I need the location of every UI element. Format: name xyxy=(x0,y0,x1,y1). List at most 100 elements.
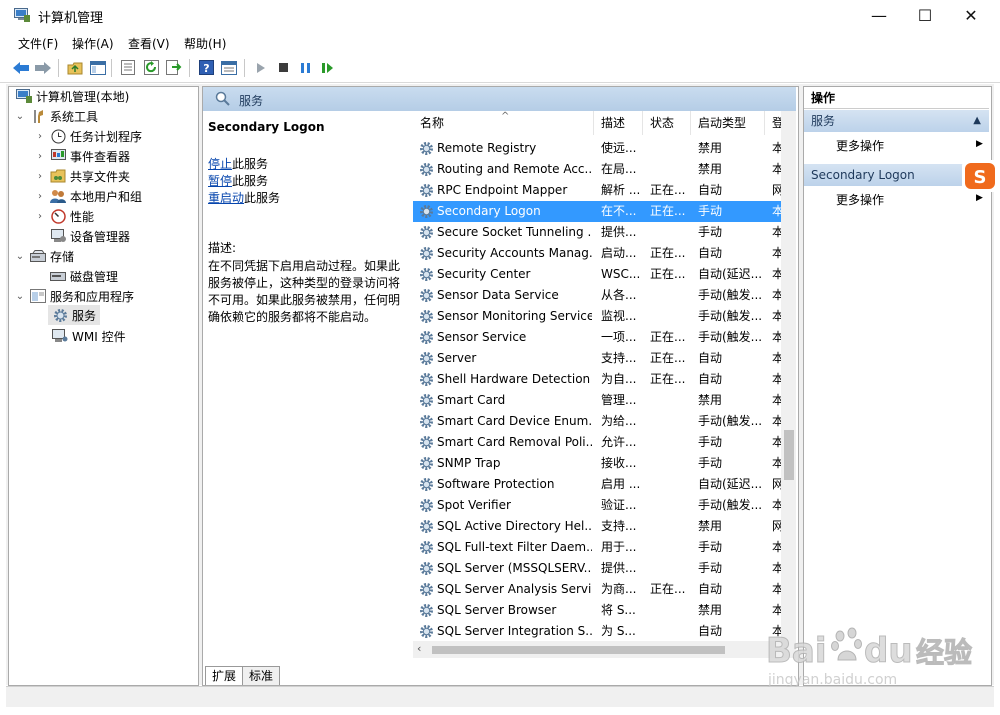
description-label: 描述: xyxy=(208,241,237,255)
service-logon: 本 xyxy=(772,561,781,575)
ime-floating-icon[interactable]: S xyxy=(962,160,1000,192)
scroll-left-icon[interactable]: ‹ xyxy=(417,642,421,655)
table-row[interactable]: Sensor Service 一项... 正在... 手动(触发... 本 xyxy=(413,327,781,348)
chevron-right-icon[interactable]: › xyxy=(34,171,46,182)
service-status: 正在... xyxy=(650,351,686,365)
column-header-description[interactable]: 描述 xyxy=(594,111,643,135)
column-header-status[interactable]: 状态 xyxy=(643,111,691,135)
service-description: 在不... xyxy=(601,204,637,218)
table-row[interactable]: Server 支持... 正在... 自动 本 xyxy=(413,348,781,369)
chevron-down-icon[interactable]: ⌄ xyxy=(14,111,26,122)
column-header-name[interactable]: 名称 ^ xyxy=(413,111,594,135)
table-row[interactable]: Security Center WSC... 正在... 自动(延迟... 本 xyxy=(413,264,781,285)
back-button[interactable] xyxy=(12,59,30,76)
column-header-logon[interactable]: 登 xyxy=(765,111,781,135)
minimize-button[interactable]: — xyxy=(856,0,902,31)
table-row[interactable]: Remote Registry 使远... 禁用 本 xyxy=(413,138,781,159)
tree-services[interactable]: 服务 xyxy=(48,305,100,325)
disk-icon xyxy=(50,268,66,284)
tree-disk-management[interactable]: 磁盘管理 xyxy=(46,266,118,286)
chevron-down-icon[interactable]: ⌄ xyxy=(14,251,26,262)
tree-services-apps[interactable]: ⌄ 服务和应用程序 xyxy=(14,286,134,306)
chevron-down-icon[interactable]: ⌄ xyxy=(14,291,26,302)
export-button[interactable] xyxy=(165,59,183,76)
menu-help[interactable]: 帮助(H) xyxy=(184,35,226,52)
chevron-right-icon[interactable]: › xyxy=(34,211,46,222)
table-row[interactable]: Shell Hardware Detection 为自... 正在... 自动 本 xyxy=(413,369,781,390)
service-logon: 网 xyxy=(772,183,781,197)
table-row[interactable]: Sensor Data Service 从各... 手动(触发... 本 xyxy=(413,285,781,306)
tab-standard[interactable]: 标准 xyxy=(242,666,281,685)
vertical-scroll-thumb[interactable] xyxy=(784,430,794,480)
table-row[interactable]: Smart Card Device Enum... 为给... 手动(触发... 本 xyxy=(413,411,781,432)
pause-service-row: 暂停此服务 xyxy=(208,172,268,189)
table-row[interactable]: SQL Server Analysis Servi... 为商... 正在... 自动… xyxy=(413,579,781,600)
table-row[interactable]: Secure Socket Tunneling ... 提供... 手动 本 xyxy=(413,222,781,243)
actions-section-services[interactable]: 服务 ▲ xyxy=(804,110,989,132)
chevron-right-icon[interactable]: › xyxy=(34,151,46,162)
tree-storage[interactable]: ⌄ 存储 xyxy=(14,246,74,266)
submenu-arrow-icon: ▶ xyxy=(976,193,983,203)
tree-performance[interactable]: › 性能 xyxy=(34,206,94,226)
tree-local-users[interactable]: › 本地用户和组 xyxy=(34,186,142,206)
close-button[interactable]: ✕ xyxy=(948,0,994,31)
table-row[interactable]: Smart Card Removal Poli... 允许... 手动 本 xyxy=(413,432,781,453)
more-actions-selected[interactable]: 更多操作 xyxy=(836,191,884,208)
table-row[interactable]: SQL Full-text Filter Daem... 用于... 手动 本 xyxy=(413,537,781,558)
tree-wmi-control[interactable]: WMI 控件 xyxy=(48,326,126,346)
service-gear-icon xyxy=(420,310,433,323)
table-row[interactable]: Sensor Monitoring Service 监视... 手动(触发... 本 xyxy=(413,306,781,327)
up-folder-button[interactable] xyxy=(66,59,84,76)
stop-service-link[interactable]: 停止 xyxy=(208,157,232,171)
collapse-icon[interactable]: ▲ xyxy=(973,110,981,132)
service-status: 正在... xyxy=(650,204,686,218)
vertical-scrollbar[interactable] xyxy=(781,111,796,641)
table-row[interactable]: Software Protection 启用 ... 自动(延迟... 网 xyxy=(413,474,781,495)
table-row[interactable]: SQL Server Integration S... 为 S... 自动本 xyxy=(413,621,781,641)
stop-service-button[interactable] xyxy=(274,59,292,76)
restart-service-link[interactable]: 重启动 xyxy=(208,191,244,205)
tree-system-tools[interactable]: ⌄ 系统工具 xyxy=(14,106,98,126)
show-hide-tree-button[interactable] xyxy=(89,59,107,76)
table-row[interactable]: RPC Endpoint Mapper 解析 ... 正在... 自动 网 xyxy=(413,180,781,201)
table-row[interactable]: Secondary Logon 在不... 正在... 手动 本 xyxy=(413,201,781,222)
center-header-title: 服务 xyxy=(239,94,264,108)
properties-button[interactable] xyxy=(119,59,137,76)
forward-button[interactable] xyxy=(34,59,52,76)
table-row[interactable]: Spot Verifier 验证... 手动(触发... 本 xyxy=(413,495,781,516)
pause-service-link[interactable]: 暂停 xyxy=(208,174,232,188)
pause-service-button[interactable] xyxy=(296,59,314,76)
extended-description-panel: Secondary Logon 停止此服务 暂停此服务 重启动此服务 描述: 在… xyxy=(203,111,405,661)
menu-file[interactable]: 文件(F) xyxy=(18,35,58,52)
view-icon xyxy=(221,60,237,75)
tree-event-viewer[interactable]: › 事件查看器 xyxy=(34,146,130,166)
maximize-button[interactable]: ☐ xyxy=(902,0,948,31)
view-button[interactable] xyxy=(220,59,238,76)
menu-action[interactable]: 操作(A) xyxy=(72,35,114,52)
chevron-right-icon[interactable]: › xyxy=(34,131,46,142)
tab-extended[interactable]: 扩展 xyxy=(205,666,244,685)
table-row[interactable]: SQL Server (MSSQLSERV... 提供... 手动 本 xyxy=(413,558,781,579)
tree-task-scheduler[interactable]: › 任务计划程序 xyxy=(34,126,142,146)
tree-device-manager[interactable]: 设备管理器 xyxy=(46,226,130,246)
horizontal-scroll-thumb[interactable] xyxy=(432,646,725,654)
refresh-button[interactable] xyxy=(142,59,160,76)
column-header-startup-type[interactable]: 启动类型 xyxy=(691,111,765,135)
tree-root[interactable]: 计算机管理(本地) xyxy=(12,86,129,106)
chevron-right-icon[interactable]: › xyxy=(34,191,46,202)
service-logon: 网 xyxy=(772,519,781,533)
more-actions-services[interactable]: 更多操作 xyxy=(836,137,884,154)
service-logon: 本 xyxy=(772,540,781,554)
menu-view[interactable]: 查看(V) xyxy=(128,35,170,52)
help-button[interactable]: ? xyxy=(197,59,215,76)
resume-service-button[interactable] xyxy=(318,59,336,76)
start-service-button[interactable] xyxy=(252,59,270,76)
table-row[interactable]: SNMP Trap 接收... 手动 本 xyxy=(413,453,781,474)
table-row[interactable]: SQL Server Browser 将 S... 禁用 本 xyxy=(413,600,781,621)
column-header-startup-type-label: 启动类型 xyxy=(698,116,747,130)
table-row[interactable]: Security Accounts Manag... 启动... 正在... 自动 本 xyxy=(413,243,781,264)
tree-shared-folders[interactable]: › 共享文件夹 xyxy=(34,166,130,186)
table-row[interactable]: SQL Active Directory Hel... 支持... 禁用 网 xyxy=(413,516,781,537)
table-row[interactable]: Routing and Remote Acc... 在局... 禁用 本 xyxy=(413,159,781,180)
table-row[interactable]: Smart Card 管理... 禁用 本 xyxy=(413,390,781,411)
